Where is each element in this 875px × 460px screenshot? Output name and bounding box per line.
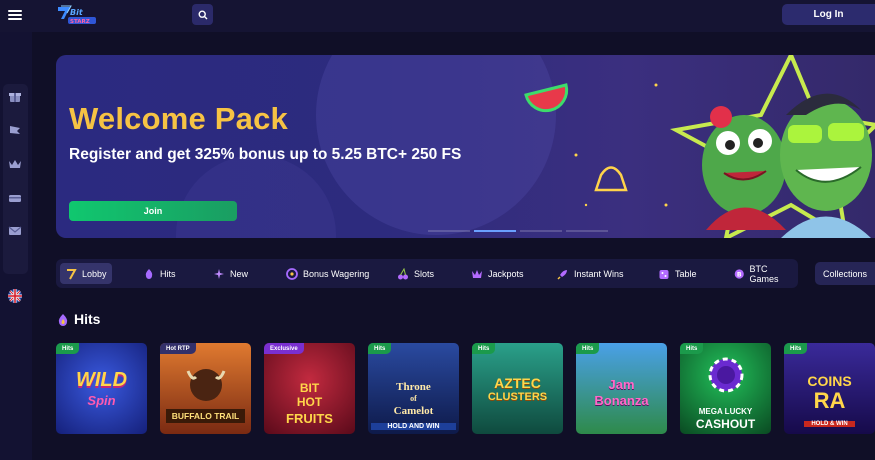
game-title-art: Jam [608,377,635,392]
game-tile-coins-of-ra[interactable]: Hits COINS RA HOLD & WIN [784,343,875,434]
game-title-art: BIT [299,381,320,395]
collections-button[interactable]: Collections [815,262,875,285]
game-title-art: of [410,394,417,403]
category-tab-new[interactable]: New [208,263,253,284]
game-title-art: Camelot [393,405,434,417]
casino-chip-icon [708,357,744,393]
search-button[interactable] [192,4,213,25]
welcome-banner[interactable]: Welcome Pack Register and get 325% bonus… [56,55,875,238]
game-tile-mega-lucky-cashout[interactable]: Hits MEGA LUCKY CASHOUT [680,343,771,434]
flame-icon [58,313,68,326]
game-title-art: MEGA LUCKY [698,407,753,416]
search-icon [197,9,207,19]
join-button[interactable]: Join [69,201,237,221]
game-badge: Hits [368,343,392,354]
crown-icon [472,269,482,278]
sidebar [0,32,32,460]
game-title-art: BUFFALO TRAIL [166,409,245,423]
game-title-art: FRUITS [286,411,333,426]
bitcoin-icon: B [734,268,744,279]
svg-text:Bit: Bit [70,8,84,17]
game-title-art: RA [813,388,846,413]
game-title-art: AZTEC [494,375,541,391]
banner-frogs-illustration [524,55,875,238]
banner-subtitle: Register and get 325% bonus up to 5.25 B… [69,146,462,163]
dice-icon [659,269,669,279]
section-title: Hits [74,311,101,327]
category-label: Table [675,268,697,279]
category-tab-lobby[interactable]: Lobby [60,263,112,284]
cherry-icon [398,267,408,279]
sparkle-icon [214,268,224,279]
game-title-art: HOT [296,395,323,409]
game-title-art: HOLD & WIN [804,421,855,427]
banner-title: Welcome Pack [69,101,288,136]
banner-decoration [176,155,336,238]
game-badge: Hot RTP [160,343,196,354]
game-title-art: WILD [75,369,128,391]
menu-icon[interactable] [8,8,22,22]
category-tab-instant-wins[interactable]: Instant Wins [552,263,629,284]
carousel-dot-active[interactable] [474,230,516,232]
category-tab-table[interactable]: Table [653,263,702,284]
category-tab-slots[interactable]: Slots [392,263,439,284]
game-tile-bit-hot-fruits[interactable]: Exclusive BIT HOT FRUITS [264,343,355,434]
buffalo-icon [186,369,226,401]
category-label: Bonus Wagering [303,268,370,279]
game-badge: Hits [784,343,808,354]
game-tile-buffalo-trail[interactable]: Hot RTP BUFFALO TRAIL [160,343,251,434]
svg-text:STARZ: STARZ [70,19,90,25]
game-tile-wild-spin[interactable]: Hits WILD Spin [56,343,147,434]
game-tile-throne-of-camelot[interactable]: Hits Throne of Camelot HOLD AND WIN [368,343,459,434]
category-tab-jackpots[interactable]: Jackpots [466,263,529,284]
game-badge: Hits [472,343,496,354]
game-badge: Hits [576,343,600,354]
category-tab-btc-games[interactable]: B BTC Games [729,263,798,284]
sidebar-icon-group [3,84,28,274]
category-label: New [230,268,249,279]
promotions-flag-icon[interactable] [8,123,22,137]
game-title-art: COINS [807,373,852,389]
game-title-art: Spin [87,393,116,408]
gift-icon[interactable] [8,89,22,103]
section-heading: Hits [57,311,100,327]
game-title-art: CLUSTERS [487,391,548,403]
category-label: Instant Wins [574,268,624,279]
category-label: BTC Games [749,263,779,284]
category-label: Slots [414,268,435,279]
language-flag-icon[interactable] [8,289,22,303]
target-icon [286,267,298,280]
login-button[interactable]: Log In [782,4,875,25]
svg-text:B: B [737,271,742,278]
category-tab-bonus-wagering[interactable]: Bonus Wagering [281,263,374,284]
game-title-art: HOLD AND WIN [371,423,456,430]
category-label: Lobby [82,268,107,279]
site-logo[interactable]: Bit STARZ [55,3,99,27]
crown-icon[interactable] [8,157,22,171]
mail-icon[interactable] [8,224,22,238]
carousel-dot[interactable] [428,230,470,232]
seven-icon [67,268,77,279]
flame-icon [145,268,153,279]
game-badge: Hits [56,343,80,354]
tournaments-icon[interactable] [8,191,22,205]
category-nav: Lobby Hits New Bonus Wagering Slots Jack… [56,259,798,288]
game-tile-jam-bonanza[interactable]: Hits Jam Bonanza [576,343,667,434]
game-title-art: CASHOUT [695,417,756,431]
game-tile-aztec-clusters[interactable]: Hits AZTEC CLUSTERS [472,343,563,434]
rocket-icon [557,269,567,280]
game-title-art: Throne [396,381,431,393]
category-label: Hits [160,268,176,279]
category-tab-hits[interactable]: Hits [138,263,181,284]
category-label: Jackpots [488,268,524,279]
top-bar: Bit STARZ Log In [0,0,875,32]
game-badge: Exclusive [264,343,304,354]
game-badge: Hits [680,343,704,354]
game-title-art: Bonanza [594,393,649,408]
